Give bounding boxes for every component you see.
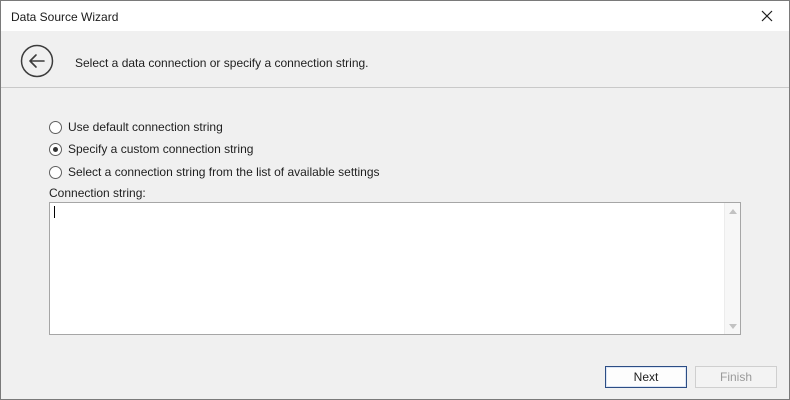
wizard-header: Select a data connection or specify a co… — [1, 31, 789, 88]
back-arrow-icon — [20, 44, 54, 78]
vertical-scrollbar[interactable] — [724, 203, 740, 334]
radio-button-selected[interactable] — [49, 142, 62, 156]
instruction-text: Select a data connection or specify a co… — [75, 56, 369, 70]
option-label: Select a connection string from the list… — [68, 165, 380, 179]
finish-button[interactable]: Finish — [695, 366, 777, 388]
arrow-up-icon — [729, 208, 737, 214]
back-button[interactable] — [20, 44, 54, 78]
connection-string-box — [49, 202, 741, 335]
radio-button[interactable] — [49, 165, 62, 179]
title-bar: Data Source Wizard — [1, 1, 789, 31]
scroll-down-button[interactable] — [725, 318, 741, 334]
option-default-connection[interactable]: Use default connection string — [49, 118, 223, 136]
window-title: Data Source Wizard — [11, 10, 119, 24]
connection-string-input[interactable] — [50, 203, 724, 334]
close-button[interactable] — [745, 1, 789, 31]
close-icon — [761, 10, 773, 22]
option-label: Specify a custom connection string — [68, 142, 254, 156]
scroll-up-button[interactable] — [725, 203, 741, 219]
option-custom-connection[interactable]: Specify a custom connection string — [49, 140, 253, 158]
connection-string-label: Connection string: — [49, 186, 146, 200]
next-button[interactable]: Next — [605, 366, 687, 388]
text-caret — [54, 206, 55, 218]
option-from-settings[interactable]: Select a connection string from the list… — [49, 163, 380, 181]
wizard-window: Data Source Wizard Select a data connect… — [0, 0, 790, 400]
option-label: Use default connection string — [68, 120, 223, 134]
radio-button[interactable] — [49, 120, 62, 134]
arrow-down-icon — [729, 323, 737, 329]
